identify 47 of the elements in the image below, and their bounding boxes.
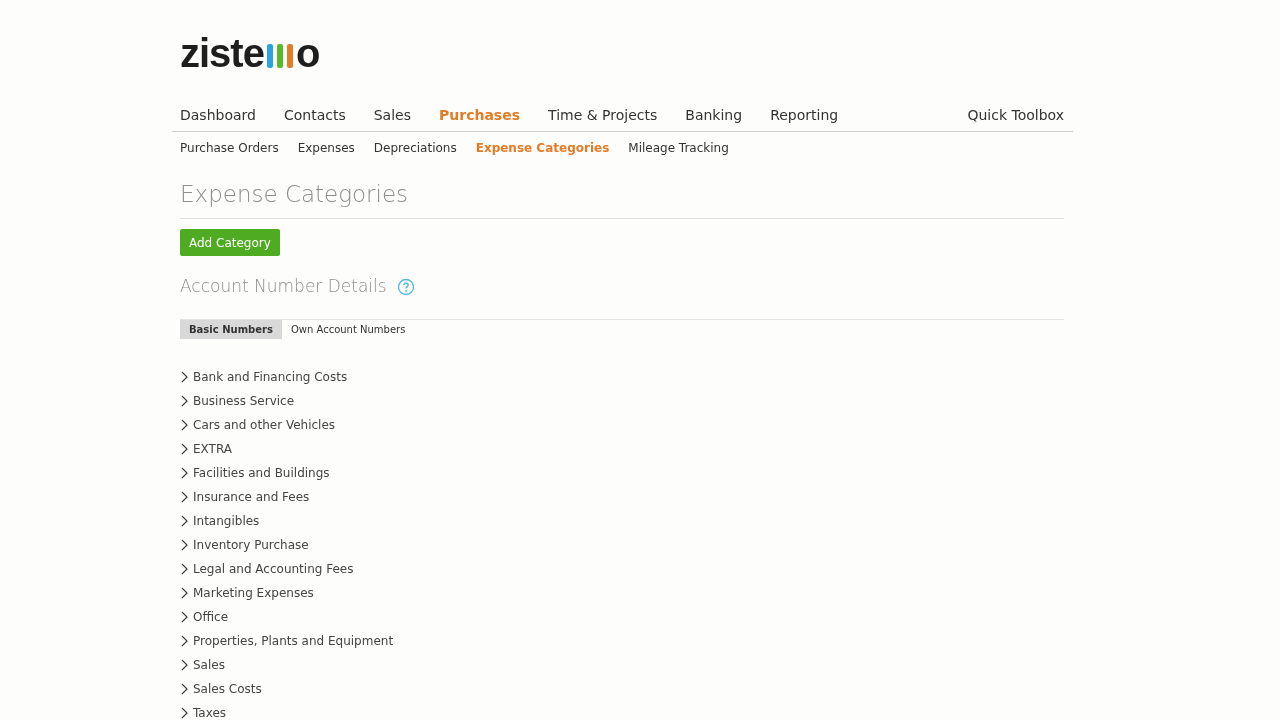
- category-row[interactable]: Office: [180, 604, 1064, 629]
- subnav-tab[interactable]: Purchase Orders: [180, 139, 279, 157]
- section-title: Account Number Details: [180, 275, 387, 298]
- chevron-right-icon[interactable]: [180, 610, 189, 623]
- category-row[interactable]: Facilities and Buildings: [180, 460, 1064, 485]
- category-row[interactable]: Legal and Accounting Fees: [180, 556, 1064, 581]
- chevron-right-icon[interactable]: [180, 370, 189, 383]
- category-row[interactable]: Intangibles: [180, 508, 1064, 533]
- chevron-right-icon[interactable]: [180, 538, 189, 551]
- category-row[interactable]: Marketing Expenses: [180, 580, 1064, 605]
- category-row[interactable]: Sales: [180, 652, 1064, 677]
- category-row[interactable]: Inventory Purchase: [180, 532, 1064, 557]
- chevron-right-icon[interactable]: [180, 466, 189, 479]
- logo: ziste o: [180, 33, 320, 73]
- nav-tab[interactable]: Contacts: [283, 105, 346, 126]
- subnav-tab[interactable]: Expenses: [297, 139, 355, 157]
- chevron-right-icon[interactable]: [180, 562, 189, 575]
- category-row[interactable]: EXTRA: [180, 436, 1064, 461]
- chevron-right-icon[interactable]: [180, 658, 189, 671]
- quick-toolbox-link[interactable]: Quick Toolbox: [967, 105, 1064, 126]
- nav-tab[interactable]: Banking: [685, 105, 743, 126]
- chevron-right-icon[interactable]: [180, 490, 189, 503]
- nav-tab[interactable]: Sales: [373, 105, 411, 126]
- tab[interactable]: Own Account Numbers: [281, 319, 415, 339]
- category-row[interactable]: Taxes: [180, 700, 1064, 720]
- category-row[interactable]: Bank and Financing Costs: [180, 364, 1064, 389]
- chevron-right-icon[interactable]: [180, 586, 189, 599]
- category-row[interactable]: Properties, Plants and Equipment: [180, 628, 1064, 653]
- chevron-right-icon[interactable]: [180, 634, 189, 647]
- category-row[interactable]: Cars and other Vehicles: [180, 412, 1064, 437]
- chevron-right-icon[interactable]: [180, 514, 189, 527]
- nav-tab[interactable]: Time & Projects: [548, 105, 658, 126]
- subnav-tab[interactable]: Depreciations: [373, 139, 457, 157]
- subnav-tab[interactable]: Mileage Tracking: [628, 139, 729, 157]
- category-row[interactable]: Business Service: [180, 388, 1064, 413]
- page-title: Expense Categories: [180, 179, 409, 209]
- tab[interactable]: Basic Numbers: [180, 319, 282, 339]
- category-row[interactable]: Sales Costs: [180, 676, 1064, 701]
- chevron-right-icon[interactable]: [180, 706, 189, 719]
- chevron-right-icon[interactable]: [180, 442, 189, 455]
- chevron-right-icon[interactable]: [180, 682, 189, 695]
- nav-tab[interactable]: Reporting: [770, 105, 839, 126]
- logo-bars-icon: [265, 44, 294, 68]
- chevron-right-icon[interactable]: [180, 418, 189, 431]
- chevron-right-icon[interactable]: [180, 394, 189, 407]
- nav-tab[interactable]: Dashboard: [180, 105, 256, 126]
- category-row[interactable]: Insurance and Fees: [180, 484, 1064, 509]
